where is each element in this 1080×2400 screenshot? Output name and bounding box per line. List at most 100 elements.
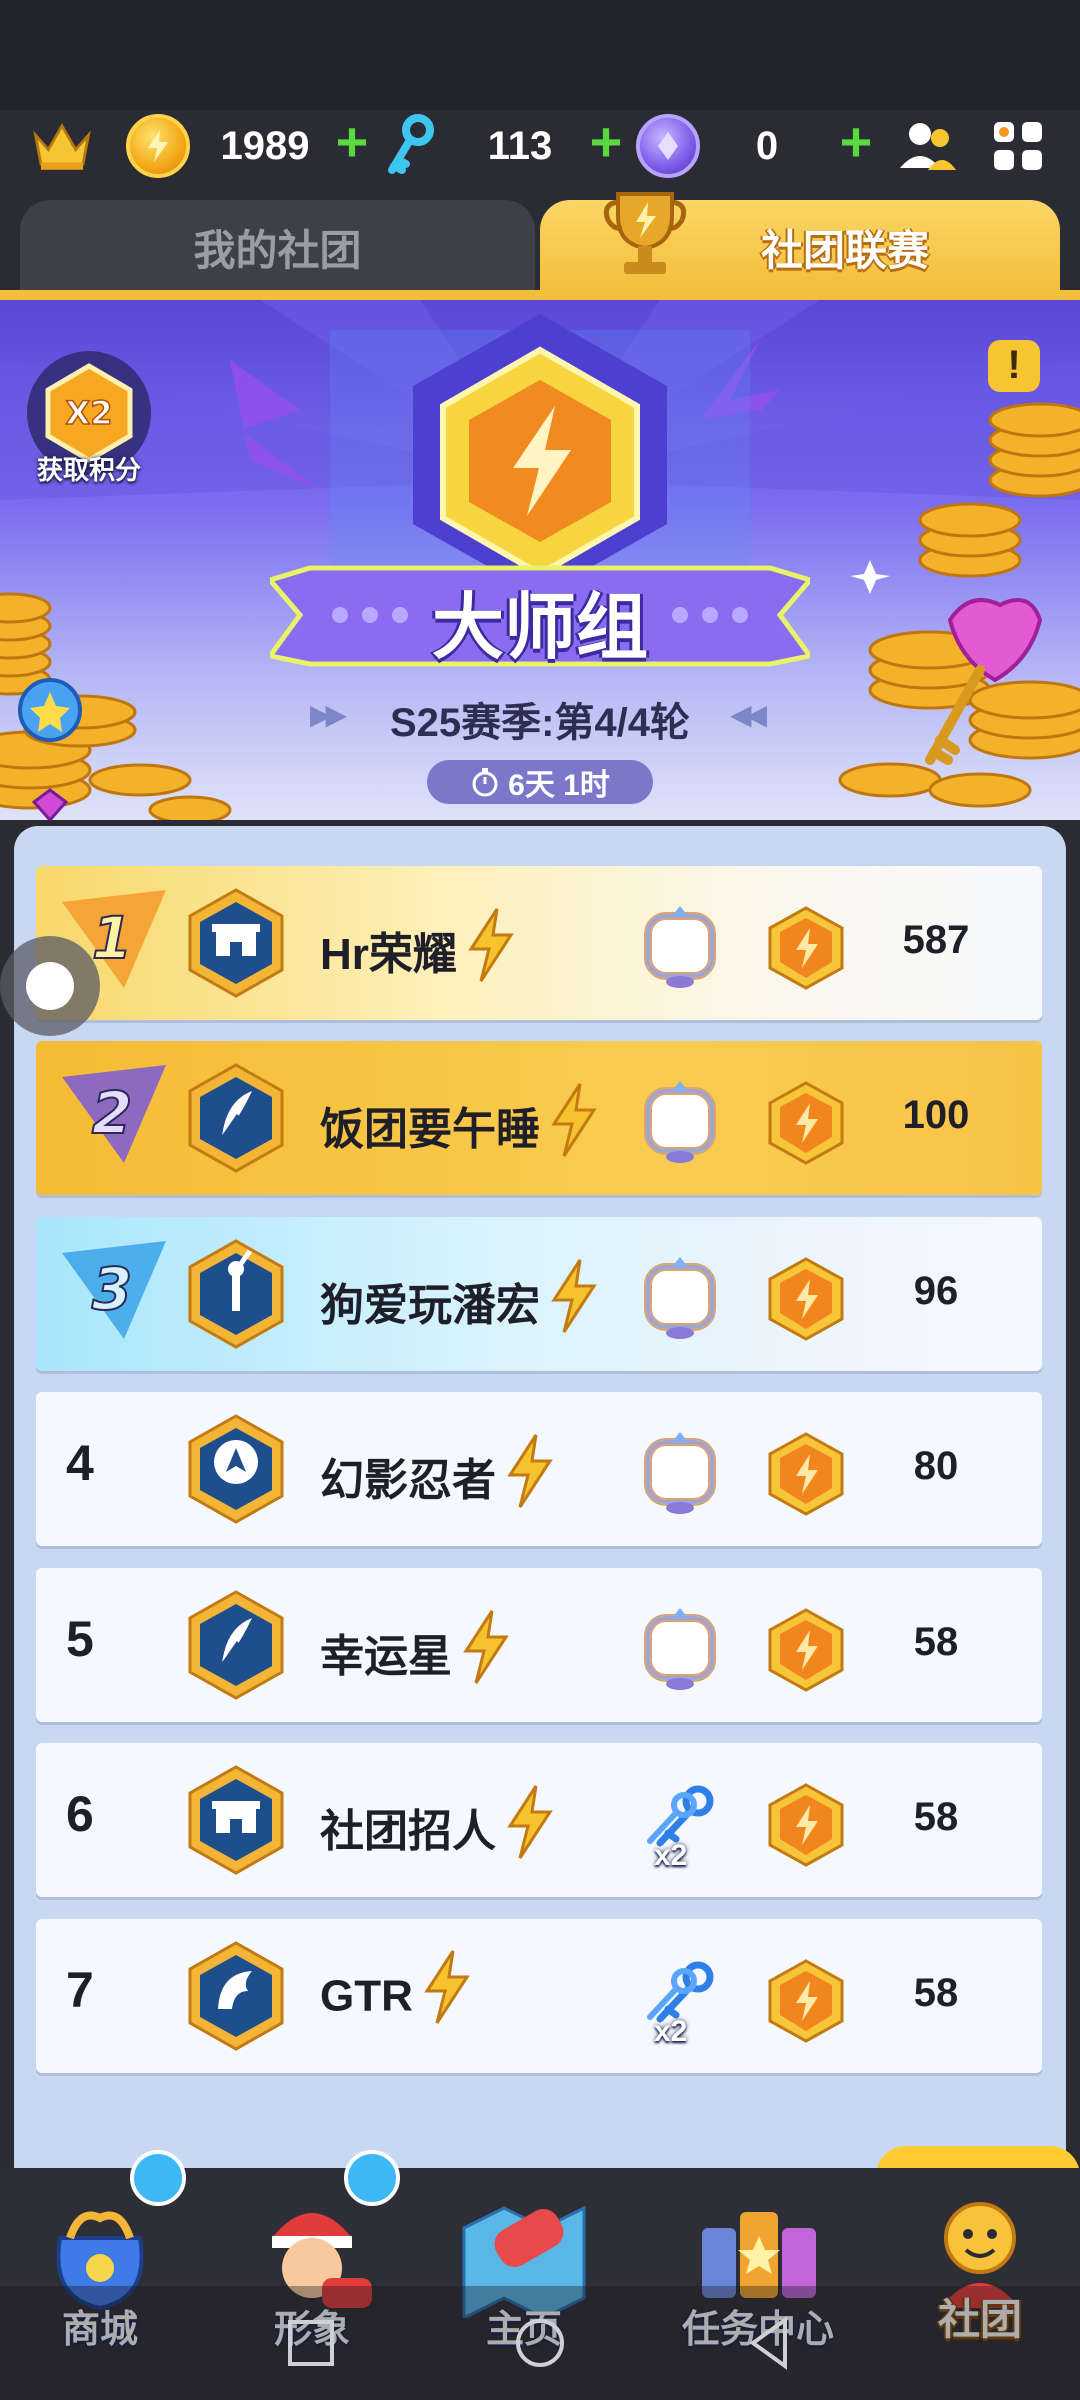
- club-score: 58: [913, 1795, 959, 1839]
- league-points-icon: [768, 1959, 844, 2043]
- season-arrow-right: ◀◀: [730, 699, 767, 730]
- leaderboard-row[interactable]: 4 幻影忍者 80: [36, 1392, 1042, 1546]
- club-badge-icon: [188, 1941, 284, 2051]
- rank-medal-icon: 2: [62, 1065, 166, 1163]
- club-badge-icon: [188, 1765, 284, 1875]
- club-name-text: 幸运星: [320, 1632, 452, 1681]
- club-badge-icon: [188, 1590, 284, 1700]
- lightning-icon: [507, 1434, 553, 1509]
- floating-assistive-button[interactable]: [0, 936, 100, 1036]
- club-name-text: Hr荣耀: [320, 930, 457, 979]
- gem-count: 0: [755, 124, 779, 168]
- club-name: Hr荣耀: [320, 908, 519, 985]
- currency-bar: 1989 + 113 + 0 +: [0, 110, 1080, 182]
- club-badge-icon: [188, 1063, 284, 1173]
- add-coins-button[interactable]: +: [328, 114, 376, 170]
- avatar-frame-reward-icon: [644, 1081, 716, 1163]
- league-points-icon: [768, 1783, 844, 1867]
- lightning-icon: [463, 1610, 509, 1685]
- double-points-multiplier: X2: [66, 394, 113, 432]
- coin-pile-left: [0, 430, 240, 820]
- avatar-frame-reward-icon: [644, 1257, 716, 1339]
- lightning-icon: [468, 908, 514, 983]
- club-name-text: 狗爱玩潘宏: [320, 1281, 540, 1330]
- season-round: S25赛季:第4/4轮: [389, 701, 691, 745]
- club-name: 狗爱玩潘宏: [320, 1259, 602, 1336]
- countdown-timer: 6天 1时: [427, 760, 653, 804]
- league-banner: X2 获取积分 ! 大师组 ▶▶ S25赛季:第4/4轮 ◀◀ 6天 1时: [0, 300, 1080, 820]
- coin-icon: [126, 114, 190, 178]
- home-circle-icon[interactable]: [505, 2308, 575, 2378]
- system-navigation-bar: [0, 2286, 1080, 2400]
- rank-medal-icon: 3: [62, 1241, 166, 1339]
- lightning-icon: [424, 1950, 470, 2024]
- club-score: 58: [913, 1971, 959, 2015]
- club-name-text: GTR: [320, 1971, 413, 2021]
- league-points-icon: [768, 1257, 844, 1341]
- video-ad-badge-icon: [130, 2150, 186, 2206]
- rank-number: 5: [66, 1611, 94, 1667]
- lightning-icon: [551, 1083, 597, 1158]
- key-icon: [378, 114, 442, 178]
- club-name-text: 社团招人: [320, 1807, 496, 1856]
- club-name-text: 饭团要午睡: [320, 1105, 540, 1154]
- club-score: 96: [913, 1269, 959, 1313]
- key-count: 113: [487, 124, 553, 168]
- avatar-frame-reward-icon: [644, 1608, 716, 1690]
- league-points-icon: [768, 1081, 844, 1165]
- leaderboard-row[interactable]: 6 社团招人 x2 58: [36, 1743, 1042, 1897]
- add-keys-button[interactable]: +: [582, 114, 630, 170]
- rank-number: 6: [66, 1786, 94, 1842]
- club-score: 100: [902, 1093, 970, 1137]
- avatar-frame-reward-icon: [644, 906, 716, 988]
- club-name: GTR: [320, 1950, 475, 2027]
- timer-badge-icon: [344, 2150, 400, 2206]
- coin-pile-right: [830, 360, 1080, 820]
- tab-underline: [0, 290, 1080, 300]
- club-badge-icon: [188, 1414, 284, 1524]
- countdown-text: 6天 1时: [508, 769, 610, 802]
- league-points-icon: [768, 1608, 844, 1692]
- lightning-icon: [551, 1259, 597, 1334]
- rank-number: 3: [92, 1255, 132, 1323]
- crown-icon[interactable]: [30, 114, 94, 178]
- status-bar: [0, 0, 1080, 110]
- info-button[interactable]: !: [988, 340, 1040, 392]
- trophy-icon: [600, 186, 690, 282]
- leaderboard-row[interactable]: 2 饭团要午睡 100: [36, 1041, 1042, 1195]
- lightning-icon: [507, 1785, 553, 1860]
- tab-my-club-label: 我的社团: [193, 226, 362, 274]
- club-badge-icon: [188, 888, 284, 998]
- leaderboard-row[interactable]: 7 GTR x2 58: [36, 1919, 1042, 2073]
- league-points-icon: [768, 906, 844, 990]
- club-name: 幻影忍者: [320, 1434, 558, 1511]
- coin-count: 1989: [220, 124, 310, 168]
- back-triangle-icon[interactable]: [735, 2308, 805, 2378]
- rank-number: 1: [92, 904, 132, 972]
- leaderboard-row[interactable]: 3 狗爱玩潘宏 96: [36, 1217, 1042, 1371]
- keys-reward: x2: [640, 1959, 724, 2055]
- avatar-frame-reward-icon: [644, 1432, 716, 1514]
- club-badge-icon: [188, 1239, 284, 1349]
- club-score: 80: [913, 1444, 959, 1488]
- leaderboard-row[interactable]: 5 幸运星 58: [36, 1568, 1042, 1722]
- club-name: 幸运星: [320, 1610, 514, 1687]
- club-name: 社团招人: [320, 1785, 558, 1862]
- league-title: 大师组: [431, 588, 648, 668]
- league-points-icon: [768, 1432, 844, 1516]
- keys-reward: x2: [640, 1783, 724, 1879]
- tab-club-league-label: 社团联赛: [760, 226, 929, 274]
- keys-reward-multiplier: x2: [654, 2015, 688, 2048]
- rank-number: 2: [92, 1079, 132, 1147]
- friends-icon[interactable]: [898, 118, 958, 174]
- recent-apps-icon[interactable]: [276, 2308, 346, 2378]
- gem-icon: [636, 114, 700, 178]
- tab-my-club[interactable]: 我的社团: [20, 200, 535, 294]
- club-score: 58: [913, 1620, 959, 1664]
- more-menu-icon[interactable]: [990, 118, 1046, 174]
- double-points-caption: 获取积分: [36, 455, 141, 485]
- leaderboard-row[interactable]: 1 Hr荣耀 587: [36, 866, 1042, 1020]
- add-gems-button[interactable]: +: [832, 114, 880, 170]
- rank-number: 7: [66, 1962, 94, 2018]
- club-name-text: 幻影忍者: [320, 1456, 496, 1505]
